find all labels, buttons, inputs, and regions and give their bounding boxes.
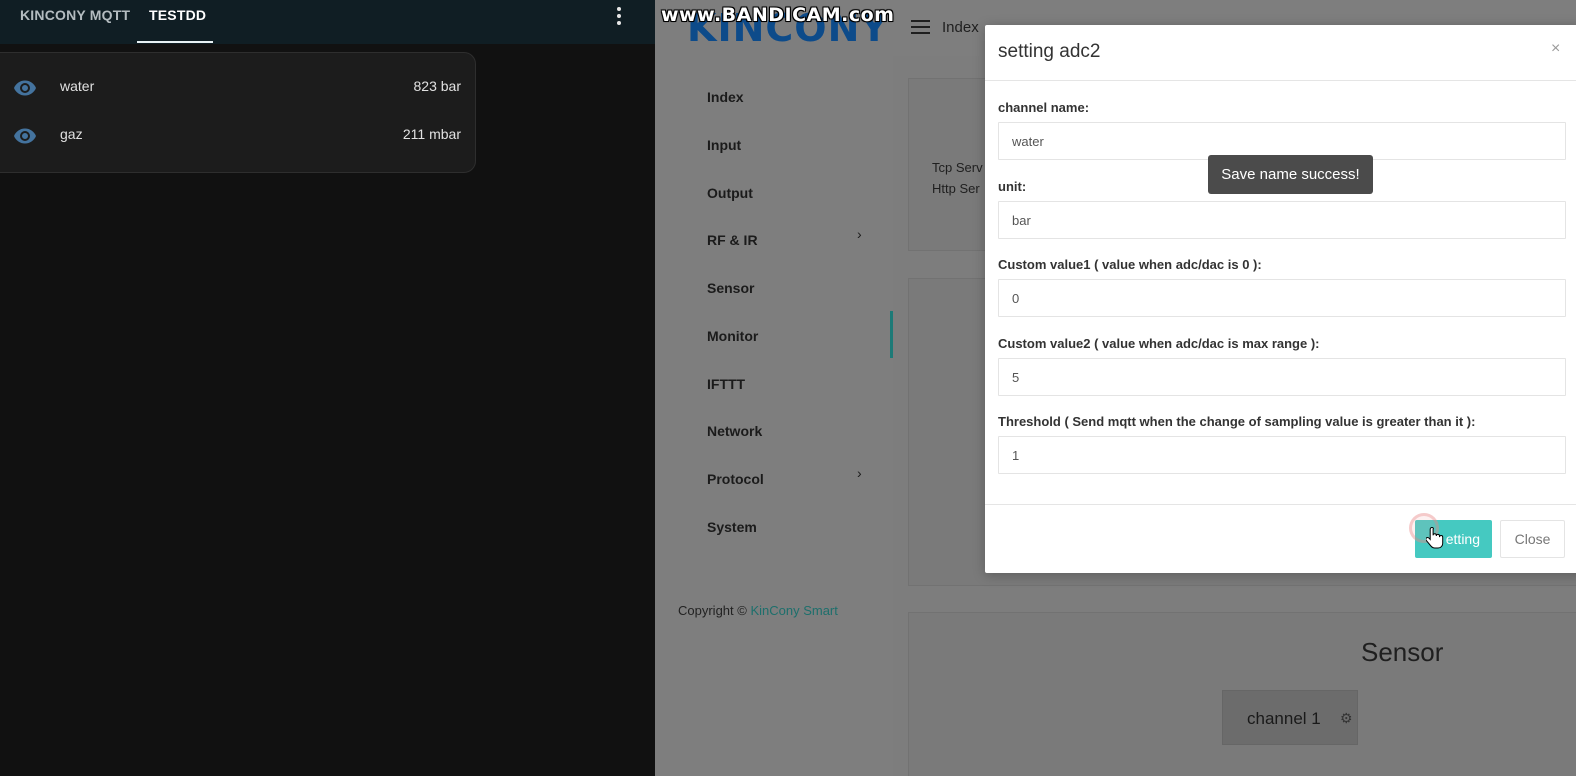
unit-label: unit: [998,179,1027,194]
hand-cursor-icon [1426,526,1444,549]
sidebar-item-input[interactable]: Input [707,137,741,153]
sidebar-item-ifttt[interactable]: IFTTT [707,376,745,392]
ha-header: KINCONY MQTT TESTDD [0,0,655,44]
entity-name: gaz [60,126,83,142]
unit-field[interactable] [998,201,1566,239]
tcp-server-label: Tcp Serv [932,160,983,175]
sidebar-item-output[interactable]: Output [707,185,753,201]
entity-name: water [60,78,95,94]
http-server-label: Http Ser [932,181,980,196]
channel-label: channel 1 [1247,709,1321,728]
active-tab-indicator [137,41,213,43]
eye-icon [14,80,36,96]
sidebar-item-monitor[interactable]: Monitor [707,328,758,344]
hamburger-icon[interactable] [911,20,930,34]
entity-value: 211 mbar [402,126,461,142]
close-button[interactable]: Close [1500,520,1565,558]
sidebar: KINCONY Index Input Output RF & IR › Sen… [655,0,893,776]
divider [985,504,1576,505]
custom-value2-field[interactable] [998,358,1566,396]
dots-vertical-icon[interactable] [608,4,630,28]
gear-icon[interactable]: ⚙ [1340,710,1353,727]
entity-row-gaz[interactable]: gaz 211 mbar [0,112,477,160]
threshold-label: Threshold ( Send mqtt when the change of… [998,414,1476,429]
custom-value1-field[interactable] [998,279,1566,317]
active-nav-indicator [890,311,893,358]
sidebar-item-system[interactable]: System [707,519,757,535]
chevron-right-icon: › [857,465,862,481]
sidebar-item-protocol[interactable]: Protocol [707,471,764,487]
recorder-watermark: www.BANDICAM.com [661,4,895,26]
tab-kincony-mqtt[interactable]: KINCONY MQTT [20,0,130,44]
entities-card: water 823 bar gaz 211 mbar [0,52,476,173]
success-toast: Save name success! [1208,155,1373,194]
copyright-link[interactable]: KinCony Smart [750,603,837,618]
custom-value2-label: Custom value2 ( value when adc/dac is ma… [998,336,1320,351]
sidebar-item-rf-ir[interactable]: RF & IR [707,232,758,248]
tab-testdd[interactable]: TESTDD [149,0,206,44]
home-assistant-panel: KINCONY MQTT TESTDD water 823 bar gaz 21… [0,0,655,776]
eye-icon [14,128,36,144]
threshold-field[interactable] [998,436,1566,474]
breadcrumb[interactable]: Index [942,19,979,36]
sidebar-item-index[interactable]: Index [707,89,744,105]
entity-row-water[interactable]: water 823 bar [0,64,477,112]
copyright-text: Copyright © [678,603,747,618]
copyright: Copyright © KinCony Smart [678,603,838,618]
channel-card[interactable]: channel 1 ⚙ [1222,690,1358,745]
dialog-title: setting adc2 [998,41,1101,62]
sensor-title: Sensor [1361,637,1444,667]
chevron-right-icon: › [857,226,862,242]
entity-value: 823 bar [413,78,461,94]
divider [985,80,1576,81]
close-icon[interactable]: × [1551,40,1560,58]
custom-value1-label: Custom value1 ( value when adc/dac is 0 … [998,257,1262,272]
setting-dialog: setting adc2 × channel name: unit: Custo… [985,25,1576,573]
sidebar-item-network[interactable]: Network [707,423,762,439]
channel-name-label: channel name: [998,100,1090,115]
sidebar-item-sensor[interactable]: Sensor [707,280,754,296]
